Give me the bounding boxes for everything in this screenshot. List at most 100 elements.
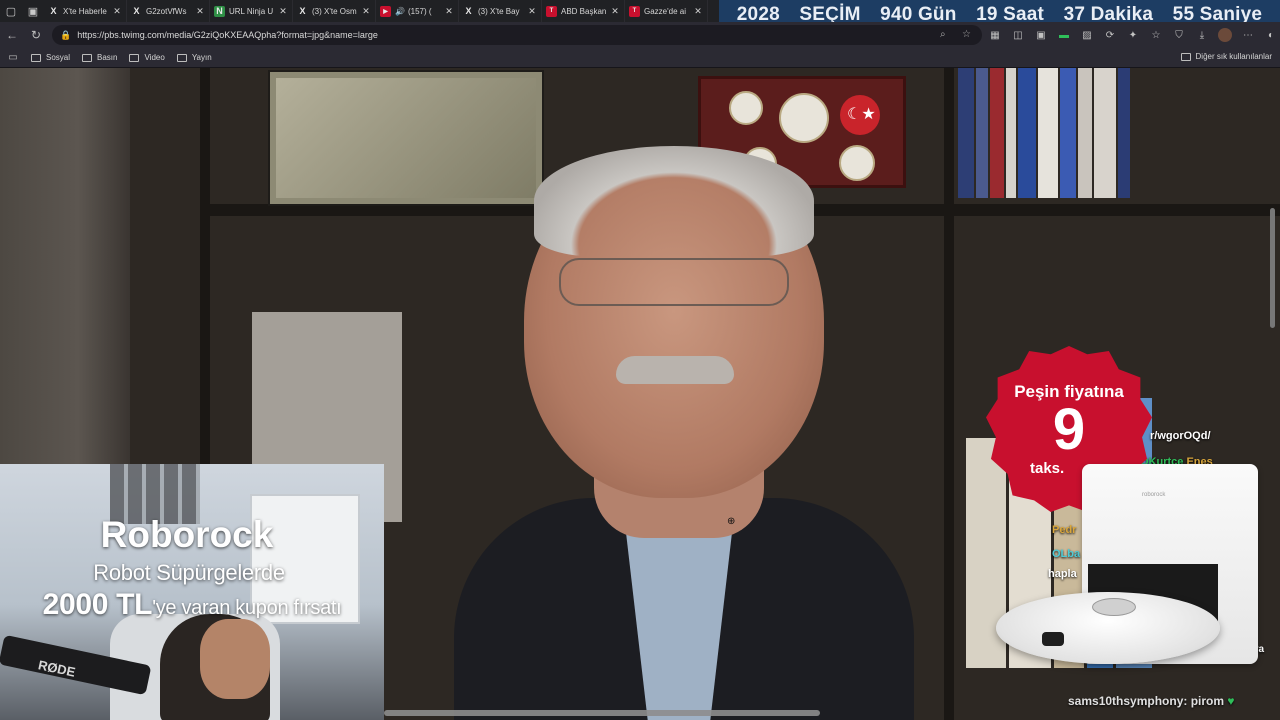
more-menu-icon[interactable]: ⋯ (1241, 28, 1255, 42)
streamer-face (200, 619, 270, 699)
roborock-ad-text: Roborock Robot Süpürgelerde 2000 TL'ye v… (0, 514, 384, 622)
tab-title: G2zotVfWs (146, 6, 187, 16)
close-tab-icon[interactable]: ✕ (112, 6, 122, 17)
x-logo-icon: X (133, 6, 140, 16)
bookshelf-top (958, 68, 1148, 198)
folder-icon (31, 53, 41, 62)
tab-actions-icon[interactable]: ▣ (22, 0, 44, 22)
bookmark-label: Video (144, 53, 165, 62)
folder-icon (176, 53, 187, 62)
dock-brand: roborock (1142, 492, 1166, 498)
youtube-logo-icon: ▶ (380, 5, 391, 17)
horizontal-scrollbar[interactable] (384, 710, 820, 716)
browser-window: ▢ ▣ X X'te Haberle ✕ X G2zotVfWs ✕ N URL… (0, 0, 1280, 720)
workspaces-icon[interactable]: ▢ (0, 0, 22, 22)
folder-icon (129, 53, 140, 62)
tab-2[interactable]: N URL Ninja U ✕ (210, 0, 293, 22)
tab-3[interactable]: X (3) X'te Osm ✕ (293, 0, 376, 22)
tab-1[interactable]: X G2zotVfWs ✕ (127, 0, 210, 22)
close-tab-icon[interactable]: ✕ (361, 6, 371, 17)
bookmarks-bar: ▭ Sosyal Basın Video Yayın Diğer sık kul… (0, 48, 1280, 68)
shield-icon[interactable]: ⛉ (1172, 28, 1186, 42)
import-favorites-icon[interactable]: ▭ (7, 52, 19, 64)
speaker-portrait (384, 128, 964, 720)
ad-brand: Roborock (100, 514, 274, 555)
ad-line2: 2000 TL'ye varan kupon fırsatı (0, 588, 384, 622)
extension-grid-icon[interactable]: ▦ (988, 28, 1002, 42)
navigation-toolbar: ← ↻ 🔒 https://pbs.twimg.com/media/G2ziQo… (0, 22, 1280, 48)
chat-text: pirom (1190, 694, 1225, 708)
x-logo-icon: X (50, 6, 57, 16)
heart-icon: ♥ (1227, 694, 1235, 708)
chat-username: sams10thsymphony: (1068, 694, 1188, 708)
x-logo-icon: X (465, 6, 472, 16)
close-tab-icon[interactable]: ✕ (278, 6, 288, 17)
extension-picture-icon[interactable]: ◫ (1011, 28, 1025, 42)
tab-4[interactable]: ▶ 🔊 (157) ( ✕ (376, 0, 459, 22)
bookmark-label: Basın (97, 53, 118, 62)
extension-screen-icon[interactable]: ▣ (1034, 28, 1048, 42)
address-bar[interactable]: 🔒 https://pbs.twimg.com/media/G2ziQoKXEA… (52, 25, 982, 45)
favorites-icon[interactable]: ☆ (1149, 28, 1163, 42)
robot-vacuum (996, 592, 1220, 664)
extensions-toolbar: ▦ ◫ ▣ ▬ ▨ ⟳ ✦ ☆ ⛉ ⤓ ⋯ ◐ (988, 22, 1278, 48)
news-logo-icon: T (629, 5, 640, 17)
lidar-sensor (1092, 598, 1136, 616)
bookmark-folder-yayin[interactable]: Yayın (176, 53, 212, 62)
news-logo-icon: T (546, 5, 557, 17)
tab-5[interactable]: X (3) X'te Bay ✕ (459, 0, 542, 22)
profile-avatar-icon[interactable] (1218, 28, 1232, 42)
extension-battery-icon[interactable]: ▬ (1057, 28, 1071, 42)
hair (534, 146, 814, 256)
ad-line1: Robot Süpürgelerde (93, 560, 285, 585)
close-tab-icon[interactable]: ✕ (610, 6, 620, 17)
extensions-puzzle-icon[interactable]: ✦ (1126, 28, 1140, 42)
download-icon[interactable]: ⤓ (1195, 28, 1209, 42)
ninja-logo-icon: N (214, 5, 225, 17)
emblem-icon (729, 91, 763, 125)
badge-number: 9 (1052, 397, 1086, 462)
tab-title: ABD Başkan (561, 6, 607, 16)
ad-suffix: 'ye varan kupon fırsatı (152, 597, 342, 619)
zoom-cursor-icon: ⊕ (727, 516, 736, 527)
x-logo-icon: X (299, 6, 306, 16)
image-viewer: ⊕ RØDE Roborock Robot Süpürgelerde 2000 … (0, 68, 1280, 720)
close-tab-icon[interactable]: ✕ (195, 6, 205, 17)
tab-title: X'te Haberle (63, 6, 107, 16)
badge-line3: taks. (1030, 460, 1065, 477)
tab-title: Gazze'de ai (644, 6, 686, 16)
extension-image-icon[interactable]: ▨ (1080, 28, 1094, 42)
bookmark-folder-video[interactable]: Video (129, 53, 165, 62)
tab-7[interactable]: T Gazze'de ai ✕ (625, 0, 708, 22)
bookmark-folder-basin[interactable]: Basın (82, 53, 117, 62)
bookmark-folder-sosyal[interactable]: Sosyal (31, 53, 70, 62)
close-tab-icon[interactable]: ✕ (527, 6, 537, 17)
folder-icon (1180, 52, 1191, 61)
ad-amount: 2000 TL (42, 588, 153, 621)
tab-0[interactable]: X X'te Haberle ✕ (44, 0, 127, 22)
lock-icon[interactable]: 🔒 (60, 30, 71, 41)
favorite-star-icon[interactable]: ☆ (962, 29, 971, 40)
tab-6[interactable]: T ABD Başkan ✕ (542, 0, 625, 22)
folder-icon (82, 53, 93, 62)
copilot-icon[interactable]: ◐ (1264, 28, 1278, 42)
close-tab-icon[interactable]: ✕ (693, 6, 703, 17)
close-tab-icon[interactable]: ✕ (444, 6, 454, 17)
chat-message-bottom: sams10thsymphony: pirom ♥ (1068, 694, 1235, 708)
glasses (559, 258, 789, 306)
robot-sensor-window (1042, 632, 1064, 646)
other-favorites-label: Diğer sık kullanılanlar (1195, 52, 1272, 61)
mustache (616, 356, 734, 384)
extension-refresh-icon[interactable]: ⟳ (1103, 28, 1117, 42)
bookmark-label: Sosyal (46, 53, 71, 62)
speaker-icon[interactable]: 🔊 (395, 7, 405, 16)
back-icon[interactable]: ← (0, 22, 24, 48)
tab-title: (3) X'te Osm (312, 6, 357, 16)
vertical-scrollbar[interactable] (1270, 208, 1275, 328)
tab-title: (157) ( (407, 6, 432, 16)
zoom-icon[interactable]: ⌕ (940, 29, 946, 40)
other-favorites[interactable]: Diğer sık kullanılanlar (1180, 52, 1272, 61)
roborock-product-ad: Peşin fiyatına 9 taks. roborock (966, 346, 1280, 720)
reload-icon[interactable]: ↻ (24, 22, 48, 48)
address-url[interactable]: https://pbs.twimg.com/media/G2ziQoKXEAAQ… (77, 30, 378, 40)
